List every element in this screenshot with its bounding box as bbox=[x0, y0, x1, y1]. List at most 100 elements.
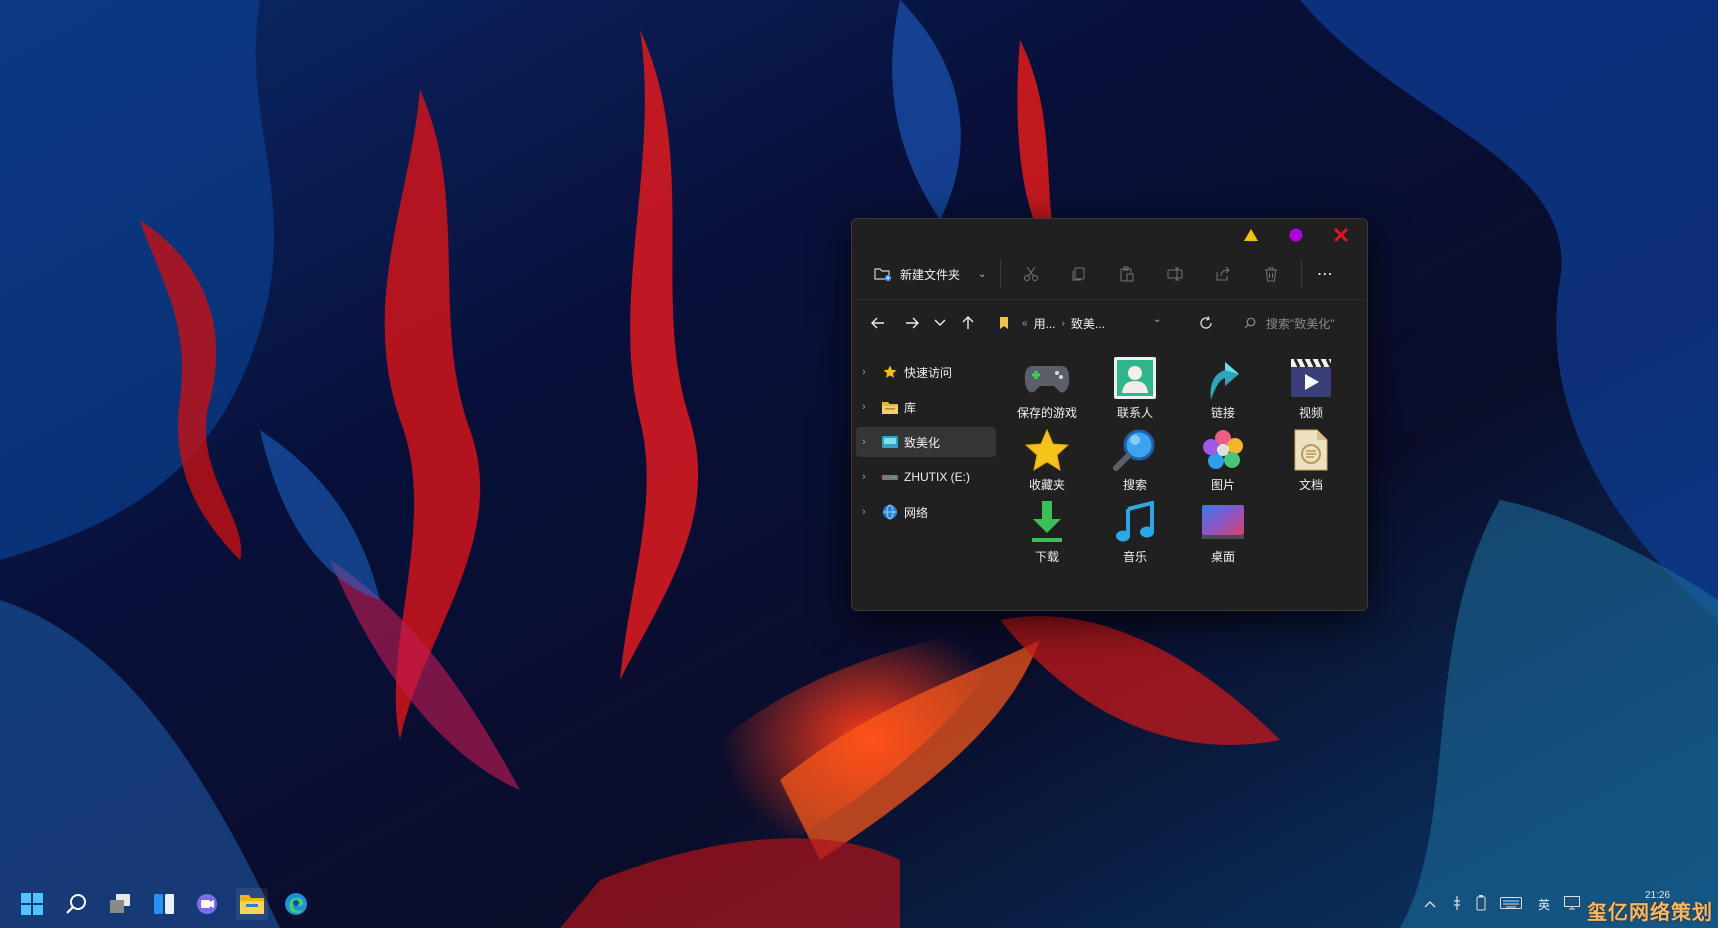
navigation-pane: › 快速访问 › 库 › 致美化 › ZHUTIX (E:) › 网络 bbox=[852, 346, 997, 601]
triangle-yellow-icon bbox=[1244, 229, 1258, 241]
new-folder-label: 新建文件夹 bbox=[900, 267, 961, 282]
breadcrumb-user[interactable]: 用... bbox=[1034, 315, 1056, 332]
x-red-icon bbox=[1334, 228, 1348, 242]
sidebar-item-drive-e[interactable]: › ZHUTIX (E:) bbox=[856, 462, 996, 492]
list-item-links[interactable]: 链接 bbox=[1179, 354, 1267, 424]
list-item-videos[interactable]: 视频 bbox=[1267, 354, 1355, 424]
item-label: 收藏夹 bbox=[1028, 478, 1065, 492]
chevron-down-icon bbox=[934, 319, 946, 326]
chevron-right-icon[interactable]: › bbox=[862, 366, 876, 378]
breadcrumb-current[interactable]: 致美... bbox=[1071, 315, 1105, 332]
sidebar-item-zhimeihua[interactable]: › 致美化 bbox=[856, 427, 996, 457]
recent-locations-button[interactable] bbox=[926, 309, 954, 337]
item-label: 下载 bbox=[1034, 550, 1059, 564]
chevron-right-icon[interactable]: › bbox=[862, 436, 876, 448]
circle-purple-icon bbox=[1289, 228, 1303, 242]
sidebar-item-label: ZHUTIX (E:) bbox=[904, 470, 970, 484]
delete-icon bbox=[1265, 267, 1278, 282]
widgets-icon bbox=[154, 894, 174, 914]
item-label: 链接 bbox=[1210, 406, 1235, 420]
chevron-right-icon[interactable]: › bbox=[862, 506, 876, 518]
chevron-down-icon[interactable]: ⌄ bbox=[978, 269, 986, 280]
chevron-right-icon[interactable]: › bbox=[862, 471, 876, 483]
folder-teal-icon bbox=[882, 434, 898, 450]
chevron-right-icon[interactable]: › bbox=[862, 401, 876, 413]
pictures-icon bbox=[1199, 426, 1247, 474]
task-view-button[interactable] bbox=[104, 888, 136, 920]
edge-button[interactable] bbox=[280, 888, 312, 920]
toolbar-divider bbox=[1301, 259, 1303, 289]
new-folder-icon bbox=[874, 268, 892, 282]
list-item-searches[interactable]: 搜索 bbox=[1091, 426, 1179, 496]
magnifier-icon bbox=[1111, 426, 1159, 474]
item-label: 视频 bbox=[1298, 406, 1323, 420]
sidebar-item-quick-access[interactable]: › 快速访问 bbox=[856, 357, 996, 387]
watermark-text: 玺亿网络策划 bbox=[1587, 902, 1713, 924]
start-button[interactable] bbox=[16, 888, 48, 920]
list-item-desktop[interactable]: 桌面 bbox=[1179, 498, 1267, 568]
list-item-documents[interactable]: 文档 bbox=[1267, 426, 1355, 496]
cut-button[interactable] bbox=[1015, 259, 1047, 289]
back-button[interactable] bbox=[864, 309, 892, 337]
search-icon bbox=[66, 894, 86, 914]
rename-button[interactable] bbox=[1159, 259, 1191, 289]
refresh-button[interactable] bbox=[1192, 309, 1220, 337]
search-icon bbox=[1244, 317, 1256, 329]
display-icon[interactable] bbox=[1564, 895, 1581, 913]
up-button[interactable] bbox=[954, 309, 982, 337]
cut-icon bbox=[1024, 266, 1039, 281]
new-folder-button[interactable]: 新建文件夹 ⌄ bbox=[874, 259, 986, 289]
share-button[interactable] bbox=[1207, 259, 1239, 289]
edge-icon bbox=[285, 893, 307, 915]
list-item-music[interactable]: 音乐 bbox=[1091, 498, 1179, 568]
breadcrumb-prefix: « bbox=[1022, 317, 1028, 329]
item-label: 音乐 bbox=[1122, 550, 1147, 564]
widgets-button[interactable] bbox=[148, 888, 180, 920]
search-button[interactable] bbox=[60, 888, 92, 920]
search-box[interactable]: 搜索"致美化" bbox=[1244, 309, 1354, 337]
title-bar[interactable] bbox=[852, 219, 1367, 249]
chevron-up-icon[interactable] bbox=[1424, 897, 1436, 911]
keyboard-icon[interactable] bbox=[1500, 896, 1522, 912]
copy-button[interactable] bbox=[1063, 259, 1095, 289]
chat-button[interactable] bbox=[192, 888, 224, 920]
list-item-favorites[interactable]: 收藏夹 bbox=[1003, 426, 1091, 496]
start-icon bbox=[21, 893, 43, 915]
maximize-button[interactable] bbox=[1287, 226, 1305, 244]
input-language[interactable]: 英 bbox=[1538, 896, 1550, 913]
sidebar-item-label: 库 bbox=[904, 400, 917, 415]
list-item-contacts[interactable]: 联系人 bbox=[1091, 354, 1179, 424]
file-explorer-icon bbox=[240, 895, 264, 914]
more-options-button[interactable]: ⋯ bbox=[1310, 259, 1340, 289]
navigation-bar: « 用... › 致美... ⌄ 搜索"致美化" bbox=[852, 300, 1367, 346]
file-explorer-taskbar-button[interactable] bbox=[236, 888, 268, 920]
item-label: 搜索 bbox=[1122, 478, 1147, 492]
video-icon bbox=[1287, 354, 1335, 402]
sidebar-item-network[interactable]: › 网络 bbox=[856, 497, 996, 527]
item-label: 桌面 bbox=[1210, 550, 1235, 564]
usb-icon[interactable] bbox=[1452, 895, 1462, 913]
star-icon bbox=[882, 364, 898, 380]
address-bar[interactable]: « 用... › 致美... ⌄ bbox=[998, 309, 1178, 337]
document-icon bbox=[1287, 426, 1335, 474]
rename-icon bbox=[1167, 267, 1183, 281]
list-item-pictures[interactable]: 图片 bbox=[1179, 426, 1267, 496]
sidebar-item-library[interactable]: › 库 bbox=[856, 392, 996, 422]
forward-button[interactable] bbox=[898, 309, 926, 337]
download-icon bbox=[1023, 498, 1071, 546]
address-dropdown-chevron-icon[interactable]: ⌄ bbox=[1153, 314, 1161, 325]
delete-button[interactable] bbox=[1255, 259, 1287, 289]
battery-icon[interactable] bbox=[1476, 894, 1486, 914]
system-tray: 英 bbox=[1424, 894, 1581, 914]
paste-icon bbox=[1120, 266, 1134, 282]
bookmark-folder-icon bbox=[1000, 317, 1008, 329]
copy-icon bbox=[1072, 267, 1085, 281]
search-placeholder: 搜索"致美化" bbox=[1266, 316, 1335, 331]
chat-icon bbox=[197, 894, 217, 914]
minimize-button[interactable] bbox=[1242, 226, 1260, 244]
paste-button[interactable] bbox=[1111, 259, 1143, 289]
close-button[interactable] bbox=[1332, 226, 1350, 244]
list-item-saved-games[interactable]: 保存的游戏 bbox=[1003, 354, 1091, 424]
list-item-downloads[interactable]: 下载 bbox=[1003, 498, 1091, 568]
task-view-icon bbox=[110, 894, 130, 913]
